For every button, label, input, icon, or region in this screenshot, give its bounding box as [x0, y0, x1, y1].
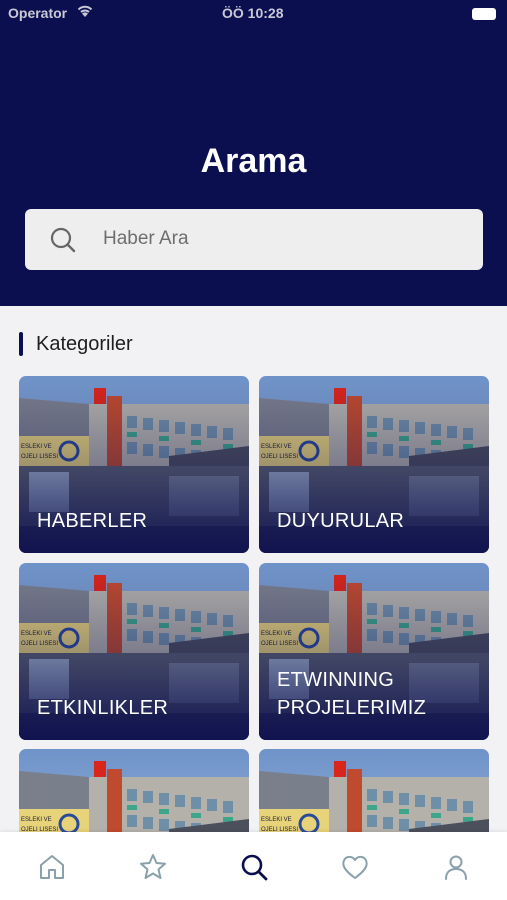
wifi-icon — [77, 5, 93, 17]
page-title: Arama — [200, 142, 307, 180]
category-label: DUYURULAR — [277, 510, 405, 532]
section-title: Kategoriler — [36, 333, 133, 355]
user-icon[interactable] — [441, 852, 471, 882]
carrier-label: Operator — [8, 5, 68, 21]
status-bar: Operator ÖÖ 10:28 — [0, 0, 507, 28]
category-label: HABERLER — [37, 510, 148, 532]
section-accent-bar — [19, 332, 23, 356]
tab-bar — [0, 832, 507, 900]
star-icon[interactable] — [138, 852, 168, 882]
category-card-haberler[interactable]: HABERLER — [19, 376, 249, 553]
heart-icon[interactable] — [340, 852, 370, 882]
category-label: ETWINNING PROJELERIMIZ — [277, 669, 427, 719]
search-input[interactable] — [103, 223, 463, 255]
category-card-duyurular[interactable]: DUYURULAR — [259, 376, 489, 553]
battery-icon — [472, 8, 496, 20]
category-label: ETKINLIKLER — [37, 697, 169, 719]
search-bar[interactable] — [25, 209, 483, 270]
category-card-etkinlikler[interactable]: ETKINLIKLER — [19, 563, 249, 740]
home-icon[interactable] — [37, 852, 67, 882]
status-time: ÖÖ 10:28 — [222, 5, 284, 21]
search-icon — [50, 227, 76, 253]
category-card-etwinning[interactable]: ETWINNING PROJELERIMIZ — [259, 563, 489, 740]
search-tab-icon[interactable] — [239, 852, 269, 882]
